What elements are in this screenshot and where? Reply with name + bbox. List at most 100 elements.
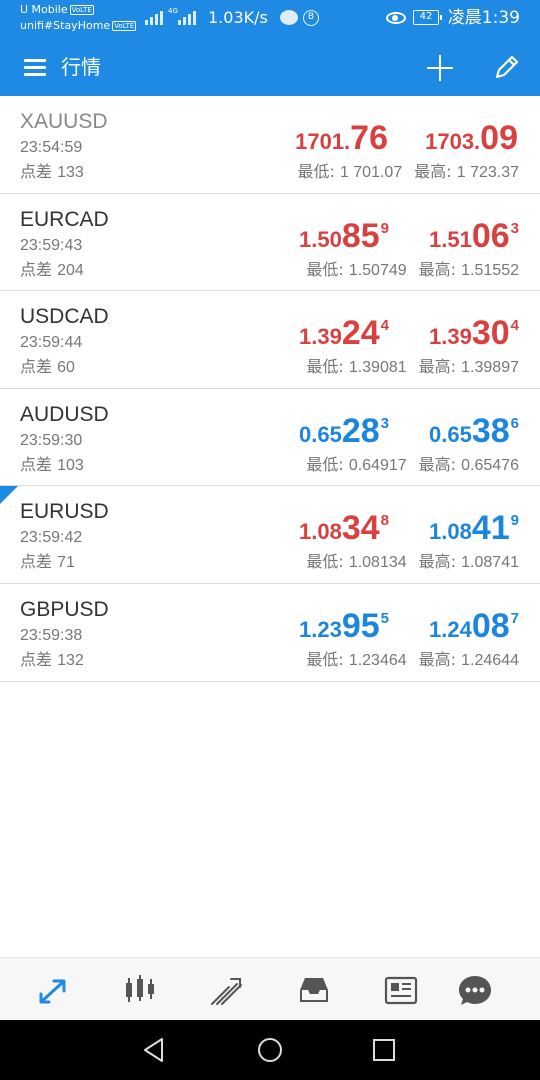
ask-price-fraction: 3	[510, 219, 519, 237]
ask-price: 1.51063	[429, 209, 519, 263]
status-bar: U Mobile VoLTE unifi#StayHome VoLTE 4G 1.0…	[0, 0, 540, 38]
spread-label: 点差	[20, 454, 53, 474]
bid-price: 1.39244	[299, 306, 389, 360]
bid-price-prefix: 0.65	[299, 421, 342, 447]
low-value: 0.64917	[348, 456, 407, 474]
ask-price: 0.65386	[429, 404, 519, 458]
ask-price: 1.39304	[429, 306, 519, 360]
low-label: 最低:	[306, 649, 344, 669]
bid-price-fraction: 5	[380, 609, 389, 627]
bid-price-prefix: 1.39	[299, 324, 342, 350]
quote-time: 23:59:38	[20, 626, 83, 644]
symbol-name: AUDUSD	[20, 402, 109, 426]
spread-label: 点差	[20, 357, 53, 377]
recents-icon[interactable]	[368, 1034, 400, 1066]
low-price: 最低: 1 701.07	[297, 162, 402, 181]
low-label: 最低:	[297, 162, 335, 181]
spread-label: 点差	[20, 552, 53, 572]
home-icon[interactable]	[254, 1034, 286, 1066]
high-label: 最高:	[414, 162, 452, 181]
ask-price-pips: 08	[471, 606, 510, 645]
quote-row[interactable]: EURUSD 23:59:42 点差 71 1.08348 1.08419 最低: 1.0…	[0, 486, 540, 584]
clock: 凌晨1:39	[447, 8, 520, 28]
messages-icon[interactable]	[455, 970, 495, 1010]
bid-price: 1.50859	[299, 209, 389, 263]
selected-marker	[0, 486, 18, 505]
signal-icon-2	[178, 9, 196, 25]
chart-icon[interactable]	[120, 970, 160, 1010]
high-value: 0.65476	[461, 456, 519, 474]
quote-row[interactable]: USDCAD 23:59:44 点差 60 1.39244 1.39304 最低: 1.3…	[0, 291, 540, 389]
low-value: 1.39081	[348, 359, 407, 377]
spread-value: 103	[57, 456, 84, 474]
net-speed: 1.03K/s	[208, 8, 268, 27]
high-price: 最高: 0.65476	[419, 455, 519, 474]
ask-price-prefix: 1.39	[429, 324, 472, 350]
symbol-name: XAUUSD	[20, 110, 108, 133]
network-type: 4G	[168, 7, 178, 15]
spread: 点差 204	[20, 260, 84, 281]
quote-row[interactable]: XAUUSD 23:54:59 点差 133 1701.76 1703.09 最低: 1 …	[0, 96, 540, 194]
bid-price: 1.23955	[299, 599, 389, 653]
quote-list: XAUUSD 23:54:59 点差 133 1701.76 1703.09 最低: 1 …	[0, 96, 540, 682]
bid-price-prefix: 1.08	[299, 519, 342, 545]
volte-badge: VoLTE	[69, 5, 94, 15]
quote-time: 23:59:30	[20, 431, 83, 449]
low-high: 最低: 1 701.07 最高: 1 723.37	[297, 162, 519, 183]
app-bar: 行情	[0, 38, 540, 96]
bid-price-pips: 24	[341, 314, 380, 353]
high-value: 1.39897	[461, 359, 519, 377]
high-label: 最高:	[418, 649, 457, 669]
ask-price-fraction: 4	[510, 317, 519, 335]
add-icon[interactable]	[424, 52, 456, 84]
ask-price-prefix: 1703.	[425, 129, 481, 154]
ask-price-pips: 41	[471, 509, 510, 548]
ask-price: 1.08419	[429, 501, 519, 555]
low-value: 1 701.07	[339, 164, 403, 181]
low-high: 最低: 1.39081 最高: 1.39897	[306, 357, 519, 378]
spread-label: 点差	[20, 259, 53, 279]
spread-value: 71	[57, 554, 75, 572]
spread-label: 点差	[20, 649, 53, 669]
low-value: 1.50749	[348, 261, 407, 279]
ask-price-prefix: 1.24	[429, 616, 472, 642]
low-price: 最低: 1.23464	[306, 650, 406, 669]
high-price: 最高: 1.24644	[419, 650, 519, 669]
high-label: 最高:	[418, 259, 457, 279]
back-icon[interactable]	[138, 1034, 170, 1066]
quote-row[interactable]: AUDUSD 23:59:30 点差 103 0.65283 0.65386 最低: 0.…	[0, 388, 540, 487]
trade-icon[interactable]	[207, 970, 247, 1010]
history-icon[interactable]	[294, 970, 334, 1010]
ask-price-pips: 38	[471, 411, 510, 450]
spread: 点差 133	[20, 162, 84, 183]
low-high: 最低: 0.64917 最高: 0.65476	[306, 455, 519, 476]
ask-price: 1.24087	[429, 599, 519, 653]
page-title: 行情	[61, 55, 101, 79]
low-high: 最低: 1.08134 最高: 1.08741	[306, 552, 519, 573]
ask-price-pips: 30	[471, 314, 510, 353]
spread: 点差 132	[20, 650, 84, 671]
news-icon[interactable]	[381, 970, 421, 1010]
quote-row[interactable]: GBPUSD 23:59:38 点差 132 1.23955 1.24087 最低: 1.…	[0, 583, 540, 682]
bottom-navigation	[0, 957, 540, 1020]
volte-badge-2: VoLTE	[112, 21, 137, 31]
ask-price: 1703.09	[425, 111, 519, 165]
bid-price-pips: 76	[350, 119, 388, 157]
bid-price: 1.08348	[299, 501, 389, 555]
symbol-name: USDCAD	[20, 305, 109, 329]
ask-price-fraction: 6	[510, 414, 519, 432]
high-label: 最高:	[418, 357, 457, 377]
battery-level: 42	[419, 11, 433, 22]
symbol-name: EURCAD	[20, 207, 109, 231]
eye-icon	[386, 12, 406, 24]
quotes-icon[interactable]	[33, 970, 73, 1010]
high-value: 1 723.37	[456, 164, 519, 181]
high-label: 最高:	[418, 552, 457, 572]
spread-value: 132	[57, 651, 84, 669]
carrier-name: U Mobile	[20, 3, 68, 16]
low-label: 最低:	[306, 357, 344, 377]
bid-price-fraction: 8	[380, 512, 389, 530]
edit-icon[interactable]	[490, 50, 524, 84]
menu-icon[interactable]	[20, 56, 52, 78]
quote-row[interactable]: EURCAD 23:59:43 点差 204 1.50859 1.51063 最低: 1.…	[0, 193, 540, 292]
